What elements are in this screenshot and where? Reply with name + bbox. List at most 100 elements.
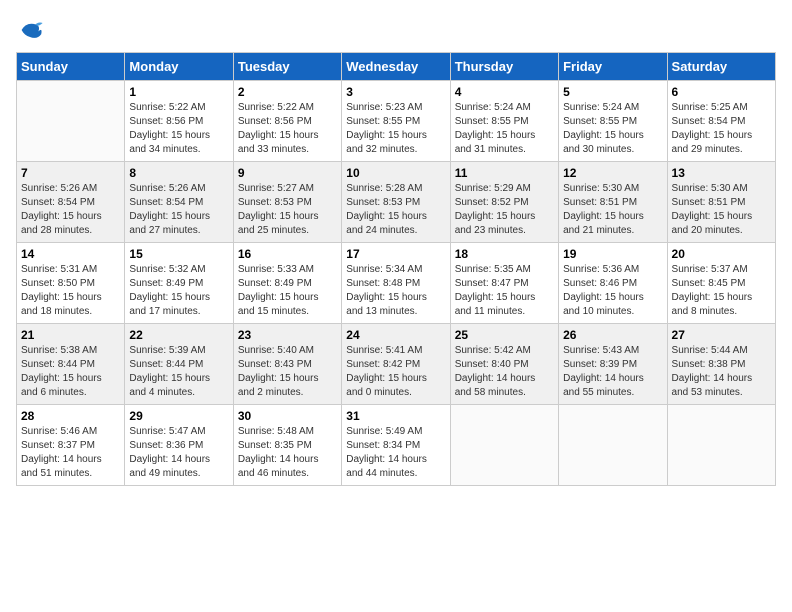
day-number: 28: [21, 409, 120, 423]
day-number: 24: [346, 328, 445, 342]
day-info: Sunrise: 5:39 AM Sunset: 8:44 PM Dayligh…: [129, 344, 228, 400]
weekday-header-saturday: Saturday: [667, 53, 775, 81]
calendar-cell: 29 Sunrise: 5:47 AM Sunset: 8:36 PM Dayli…: [125, 405, 233, 486]
day-number: 18: [455, 247, 554, 261]
logo: [16, 16, 48, 44]
logo-bird-icon: [16, 16, 44, 44]
day-number: 7: [21, 166, 120, 180]
calendar-cell: 7 Sunrise: 5:26 AM Sunset: 8:54 PM Daylig…: [17, 162, 125, 243]
calendar-week-row: 1 Sunrise: 5:22 AM Sunset: 8:56 PM Daylig…: [17, 81, 776, 162]
calendar-week-row: 7 Sunrise: 5:26 AM Sunset: 8:54 PM Daylig…: [17, 162, 776, 243]
calendar-cell: 22Sunrise: 5:39 AM Sunset: 8:44 PM Dayli…: [125, 324, 233, 405]
calendar-cell: 27 Sunrise: 5:44 AM Sunset: 8:38 PM Dayli…: [667, 324, 775, 405]
calendar-cell: 15 Sunrise: 5:32 AM Sunset: 8:49 PM Dayli…: [125, 243, 233, 324]
calendar-header-row: SundayMondayTuesdayWednesdayThursdayFrid…: [17, 53, 776, 81]
day-info: Sunrise: 5:43 AM Sunset: 8:39 PM Dayligh…: [563, 344, 662, 400]
calendar-cell: [559, 405, 667, 486]
calendar-cell: 26 Sunrise: 5:43 AM Sunset: 8:39 PM Dayli…: [559, 324, 667, 405]
day-info: Sunrise: 5:34 AM Sunset: 8:48 PM Dayligh…: [346, 263, 445, 319]
day-number: 15: [129, 247, 228, 261]
day-number: 12: [563, 166, 662, 180]
day-number: 31: [346, 409, 445, 423]
day-info: Sunrise: 5:47 AM Sunset: 8:36 PM Dayligh…: [129, 425, 228, 481]
day-number: 29: [129, 409, 228, 423]
day-info: Sunrise: 5:41 AM Sunset: 8:42 PM Dayligh…: [346, 344, 445, 400]
calendar-cell: [450, 405, 558, 486]
day-info: Sunrise: 5:33 AM Sunset: 8:49 PM Dayligh…: [238, 263, 337, 319]
day-number: 13: [672, 166, 771, 180]
day-number: 26: [563, 328, 662, 342]
day-info: Sunrise: 5:35 AM Sunset: 8:47 PM Dayligh…: [455, 263, 554, 319]
day-number: 21: [21, 328, 120, 342]
weekday-header-sunday: Sunday: [17, 53, 125, 81]
calendar-cell: [17, 81, 125, 162]
calendar-week-row: 14 Sunrise: 5:31 AM Sunset: 8:50 PM Dayli…: [17, 243, 776, 324]
day-number: 10: [346, 166, 445, 180]
day-number: 11: [455, 166, 554, 180]
calendar-cell: 21 Sunrise: 5:38 AM Sunset: 8:44 PM Dayli…: [17, 324, 125, 405]
calendar-cell: 1 Sunrise: 5:22 AM Sunset: 8:56 PM Daylig…: [125, 81, 233, 162]
day-info: Sunrise: 5:22 AM Sunset: 8:56 PM Dayligh…: [129, 101, 228, 157]
calendar-cell: 4 Sunrise: 5:24 AM Sunset: 8:55 PM Daylig…: [450, 81, 558, 162]
calendar-cell: 8 Sunrise: 5:26 AM Sunset: 8:54 PM Daylig…: [125, 162, 233, 243]
day-info: Sunrise: 5:23 AM Sunset: 8:55 PM Dayligh…: [346, 101, 445, 157]
day-number: 25: [455, 328, 554, 342]
day-info: Sunrise: 5:38 AM Sunset: 8:44 PM Dayligh…: [21, 344, 120, 400]
calendar-cell: 12 Sunrise: 5:30 AM Sunset: 8:51 PM Dayli…: [559, 162, 667, 243]
day-info: Sunrise: 5:24 AM Sunset: 8:55 PM Dayligh…: [563, 101, 662, 157]
day-number: 8: [129, 166, 228, 180]
calendar-cell: 6 Sunrise: 5:25 AM Sunset: 8:54 PM Daylig…: [667, 81, 775, 162]
calendar-cell: 16 Sunrise: 5:33 AM Sunset: 8:49 PM Dayli…: [233, 243, 341, 324]
calendar-cell: 14 Sunrise: 5:31 AM Sunset: 8:50 PM Dayli…: [17, 243, 125, 324]
day-info: Sunrise: 5:36 AM Sunset: 8:46 PM Dayligh…: [563, 263, 662, 319]
weekday-header-friday: Friday: [559, 53, 667, 81]
day-number: 30: [238, 409, 337, 423]
day-info: Sunrise: 5:31 AM Sunset: 8:50 PM Dayligh…: [21, 263, 120, 319]
day-info: Sunrise: 5:44 AM Sunset: 8:38 PM Dayligh…: [672, 344, 771, 400]
calendar-cell: 9 Sunrise: 5:27 AM Sunset: 8:53 PM Daylig…: [233, 162, 341, 243]
day-number: 20: [672, 247, 771, 261]
day-number: 1: [129, 85, 228, 99]
day-info: Sunrise: 5:27 AM Sunset: 8:53 PM Dayligh…: [238, 182, 337, 238]
day-number: 4: [455, 85, 554, 99]
calendar-cell: 20 Sunrise: 5:37 AM Sunset: 8:45 PM Dayli…: [667, 243, 775, 324]
day-info: Sunrise: 5:32 AM Sunset: 8:49 PM Dayligh…: [129, 263, 228, 319]
day-number: 9: [238, 166, 337, 180]
day-info: Sunrise: 5:42 AM Sunset: 8:40 PM Dayligh…: [455, 344, 554, 400]
weekday-header-tuesday: Tuesday: [233, 53, 341, 81]
day-info: Sunrise: 5:22 AM Sunset: 8:56 PM Dayligh…: [238, 101, 337, 157]
calendar-week-row: 28 Sunrise: 5:46 AM Sunset: 8:37 PM Dayli…: [17, 405, 776, 486]
day-number: 27: [672, 328, 771, 342]
day-info: Sunrise: 5:30 AM Sunset: 8:51 PM Dayligh…: [563, 182, 662, 238]
day-number: 19: [563, 247, 662, 261]
calendar-cell: 23Sunrise: 5:40 AM Sunset: 8:43 PM Dayli…: [233, 324, 341, 405]
calendar-cell: 19 Sunrise: 5:36 AM Sunset: 8:46 PM Dayli…: [559, 243, 667, 324]
day-info: Sunrise: 5:46 AM Sunset: 8:37 PM Dayligh…: [21, 425, 120, 481]
page-header: [16, 16, 776, 44]
day-info: Sunrise: 5:25 AM Sunset: 8:54 PM Dayligh…: [672, 101, 771, 157]
day-info: Sunrise: 5:26 AM Sunset: 8:54 PM Dayligh…: [129, 182, 228, 238]
calendar-cell: 25 Sunrise: 5:42 AM Sunset: 8:40 PM Dayli…: [450, 324, 558, 405]
calendar-table: SundayMondayTuesdayWednesdayThursdayFrid…: [16, 52, 776, 486]
day-number: 5: [563, 85, 662, 99]
day-number: 23: [238, 328, 337, 342]
day-number: 3: [346, 85, 445, 99]
day-info: Sunrise: 5:24 AM Sunset: 8:55 PM Dayligh…: [455, 101, 554, 157]
calendar-cell: 24 Sunrise: 5:41 AM Sunset: 8:42 PM Dayli…: [342, 324, 450, 405]
day-number: 17: [346, 247, 445, 261]
day-number: 14: [21, 247, 120, 261]
calendar-cell: 10 Sunrise: 5:28 AM Sunset: 8:53 PM Dayli…: [342, 162, 450, 243]
calendar-cell: 13Sunrise: 5:30 AM Sunset: 8:51 PM Dayli…: [667, 162, 775, 243]
calendar-cell: 3 Sunrise: 5:23 AM Sunset: 8:55 PM Daylig…: [342, 81, 450, 162]
day-info: Sunrise: 5:49 AM Sunset: 8:34 PM Dayligh…: [346, 425, 445, 481]
calendar-cell: 17 Sunrise: 5:34 AM Sunset: 8:48 PM Dayli…: [342, 243, 450, 324]
day-number: 16: [238, 247, 337, 261]
day-number: 6: [672, 85, 771, 99]
day-info: Sunrise: 5:37 AM Sunset: 8:45 PM Dayligh…: [672, 263, 771, 319]
day-number: 2: [238, 85, 337, 99]
day-info: Sunrise: 5:26 AM Sunset: 8:54 PM Dayligh…: [21, 182, 120, 238]
day-info: Sunrise: 5:28 AM Sunset: 8:53 PM Dayligh…: [346, 182, 445, 238]
day-info: Sunrise: 5:29 AM Sunset: 8:52 PM Dayligh…: [455, 182, 554, 238]
calendar-cell: 11 Sunrise: 5:29 AM Sunset: 8:52 PM Dayli…: [450, 162, 558, 243]
day-info: Sunrise: 5:48 AM Sunset: 8:35 PM Dayligh…: [238, 425, 337, 481]
